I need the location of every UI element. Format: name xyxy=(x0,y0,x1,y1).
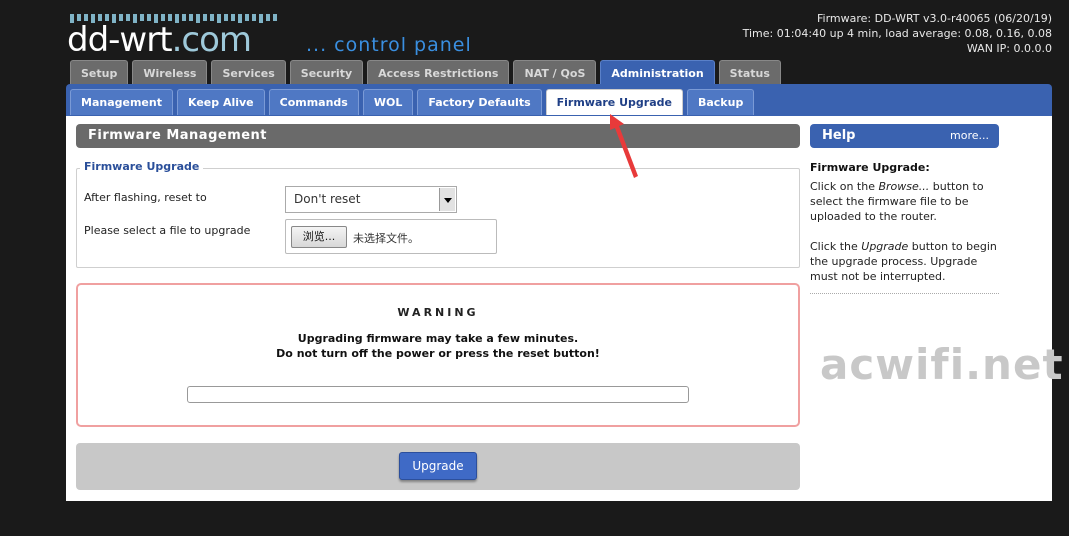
ddwrt-logo: dd-wrt.com xyxy=(67,20,252,60)
warning-line-2: Do not turn off the power or press the r… xyxy=(276,347,600,360)
help-paragraph-1: Click on the Browse... button to select … xyxy=(810,179,1002,224)
no-file-text: 未选择文件。 xyxy=(353,232,419,245)
subtab-wol[interactable]: WOL xyxy=(362,89,414,115)
annotation-arrow-icon xyxy=(610,114,638,178)
reset-select[interactable]: Don't reset xyxy=(285,186,457,213)
help-title-text: Help xyxy=(822,128,856,143)
help-p2-em: Upgrade xyxy=(861,240,909,253)
tab-nat-qos[interactable]: NAT / QoS xyxy=(513,60,597,85)
tab-access-restrictions[interactable]: Access Restrictions xyxy=(367,60,510,85)
subtab-factory-defaults[interactable]: Factory Defaults xyxy=(417,89,542,115)
tab-setup[interactable]: Setup xyxy=(70,60,129,85)
subtab-management[interactable]: Management xyxy=(70,89,173,115)
fieldset-legend: Firmware Upgrade xyxy=(80,160,204,173)
tab-wireless[interactable]: Wireless xyxy=(132,60,208,85)
wan-ip: WAN IP: 0.0.0.0 xyxy=(966,42,1052,55)
tab-status[interactable]: Status xyxy=(718,60,781,85)
logo-main: dd-wrt xyxy=(67,20,173,60)
help-p2-a: Click the xyxy=(810,240,862,253)
help-p1-em: Browse... xyxy=(878,180,930,193)
upgrade-progress-bar xyxy=(187,386,689,403)
reset-label: After flashing, reset to xyxy=(84,191,207,204)
warning-title: WARNING xyxy=(397,306,479,319)
logo-bar xyxy=(259,14,263,23)
firmware-version: Firmware: DD-WRT v3.0-r40065 (06/20/19) xyxy=(817,12,1052,25)
logo-bar xyxy=(273,14,277,21)
uptime-info: Time: 01:04:40 up 4 min, load average: 0… xyxy=(742,27,1052,40)
tab-security[interactable]: Security xyxy=(289,60,364,85)
help-header: Help more... xyxy=(810,124,999,148)
system-info: Firmware: DD-WRT v3.0-r40065 (06/20/19) … xyxy=(743,11,1052,56)
file-label: Please select a file to upgrade xyxy=(84,224,251,237)
logo-bar xyxy=(266,14,270,21)
logo-tagline: ... control panel xyxy=(306,34,472,56)
logo-com: .com xyxy=(171,20,252,60)
help-topic-title: Firmware Upgrade: xyxy=(810,161,930,174)
help-p1-a: Click on the xyxy=(810,180,879,193)
subtab-backup[interactable]: Backup xyxy=(686,89,755,115)
help-more-link[interactable]: more... xyxy=(950,124,989,148)
subtab-commands[interactable]: Commands xyxy=(268,89,359,115)
subtab-keep-alive[interactable]: Keep Alive xyxy=(176,89,265,115)
logo-bar xyxy=(252,14,256,21)
main-tabs: Setup Wireless Services Security Access … xyxy=(70,60,781,86)
watermark: acwifi.net xyxy=(820,340,1064,389)
tab-services[interactable]: Services xyxy=(211,60,286,85)
section-title: Firmware Management xyxy=(76,124,800,148)
chevron-down-icon[interactable] xyxy=(439,188,455,211)
tab-administration[interactable]: Administration xyxy=(600,60,715,86)
reset-select-value: Don't reset xyxy=(294,192,361,206)
sub-tabs: Management Keep Alive Commands WOL Facto… xyxy=(70,89,755,115)
browse-button[interactable]: 浏览... xyxy=(291,226,347,248)
help-paragraph-2: Click the Upgrade button to begin the up… xyxy=(810,239,1002,284)
upgrade-button[interactable]: Upgrade xyxy=(399,452,477,480)
help-divider xyxy=(810,293,999,294)
warning-line-1: Upgrading firmware may take a few minute… xyxy=(297,332,579,345)
